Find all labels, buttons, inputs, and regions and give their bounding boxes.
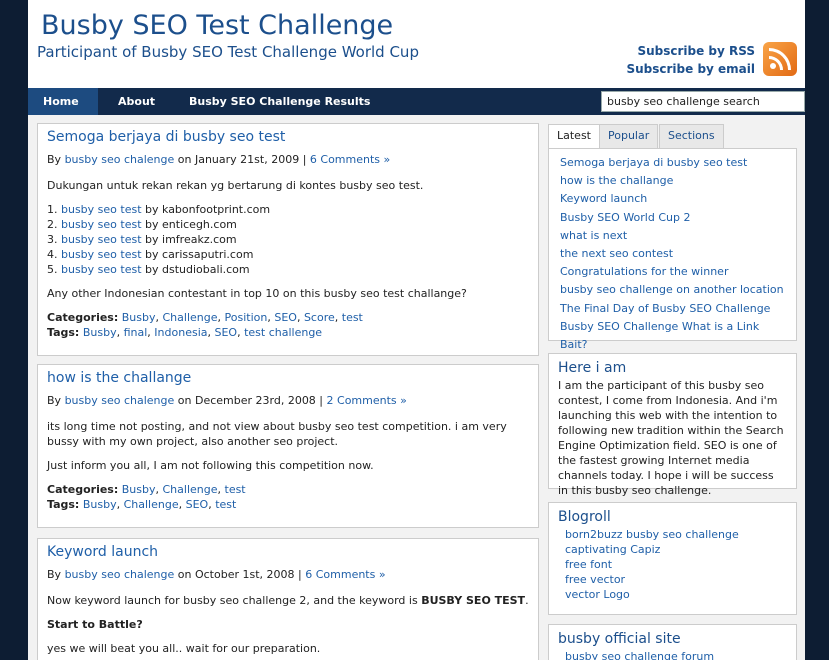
nav-home[interactable]: Home: [28, 88, 98, 115]
blogroll-link[interactable]: captivating Capiz: [558, 542, 787, 557]
post-meta: By busby seo chalenge on December 23rd, …: [47, 394, 407, 407]
blogroll-link[interactable]: born2buzz busby seo challenge: [558, 527, 787, 542]
tag-link[interactable]: SEO: [215, 326, 238, 339]
post-body: Any other Indonesian contestant in top 1…: [47, 287, 467, 300]
tag-link[interactable]: Busby: [83, 498, 117, 511]
comments-link[interactable]: 2 Comments »: [327, 394, 407, 407]
latest-link[interactable]: what is next: [560, 227, 785, 245]
category-link[interactable]: test: [225, 483, 246, 496]
page-wrapper: Busby SEO Test Challenge Participant of …: [28, 0, 805, 660]
latest-link[interactable]: Semoga berjaya di busby seo test: [560, 154, 785, 172]
comments-link[interactable]: 6 Comments »: [310, 153, 390, 166]
blogroll-box: Blogroll born2buzz busby seo challenge c…: [548, 502, 797, 615]
post-meta: By busby seo chalenge on October 1st, 20…: [47, 568, 386, 581]
author-link[interactable]: busby seo chalenge: [65, 153, 175, 166]
list-link[interactable]: busby seo test: [61, 263, 142, 276]
latest-link[interactable]: how is the challange: [560, 172, 785, 190]
subscribe-links: Subscribe by RSS Subscribe by email: [626, 42, 755, 78]
nav-results[interactable]: Busby SEO Challenge Results: [174, 88, 385, 115]
nav-about[interactable]: About: [103, 88, 170, 115]
category-link[interactable]: Score: [304, 311, 335, 324]
main-nav: Home About Busby SEO Challenge Results: [28, 88, 805, 115]
official-link[interactable]: busby seo challenge forum: [558, 649, 787, 660]
tag-link[interactable]: test challenge: [244, 326, 322, 339]
post-body: Start to Battle?: [47, 618, 143, 631]
site-header: Busby SEO Test Challenge Participant of …: [28, 0, 805, 88]
list-item: 1. busby seo test by kabonfootprint.com: [47, 203, 271, 216]
post-body: Now keyword launch for busby seo challen…: [47, 594, 529, 607]
category-link[interactable]: Busby: [122, 311, 156, 324]
post-title[interactable]: how is the challange: [47, 370, 529, 386]
latest-posts-panel: Semoga berjaya di busby seo test how is …: [548, 148, 797, 351]
latest-link[interactable]: Busby SEO Challenge What is a Link Bait?: [560, 318, 785, 354]
search-input[interactable]: [601, 91, 805, 112]
main-content: Semoga berjaya di busby seo test By busb…: [28, 115, 805, 660]
latest-link[interactable]: the next seo contest: [560, 245, 785, 263]
latest-link[interactable]: Congratulations for the winner: [560, 263, 785, 281]
tag-link[interactable]: Indonesia: [154, 326, 207, 339]
category-link[interactable]: Challenge: [163, 311, 218, 324]
tab-latest[interactable]: Latest: [548, 124, 600, 148]
post-body: Dukungan untuk rekan rekan yg bertarung …: [47, 179, 424, 192]
about-box: Here i am I am the participant of this b…: [548, 353, 797, 497]
post-body: Just inform you all, I am not following …: [47, 459, 374, 472]
post-body: its long time not posting, and not view …: [47, 420, 507, 448]
category-link[interactable]: Busby: [122, 483, 156, 496]
blogroll-link[interactable]: vector Logo: [558, 587, 787, 602]
post-meta: By busby seo chalenge on January 21st, 2…: [47, 153, 391, 166]
box-title: Here i am: [558, 360, 627, 376]
official-site-box: busby official site busby seo challenge …: [548, 624, 797, 660]
site-title[interactable]: Busby SEO Test Challenge: [41, 10, 393, 41]
post-title[interactable]: Keyword launch: [47, 544, 529, 560]
about-text: I am the participant of this busby seo c…: [558, 379, 784, 497]
author-link[interactable]: busby seo chalenge: [65, 568, 175, 581]
box-title: Blogroll: [558, 509, 611, 525]
subscribe-email-link[interactable]: Subscribe by email: [626, 60, 755, 78]
tag-link[interactable]: Busby: [83, 326, 117, 339]
category-link[interactable]: test: [342, 311, 363, 324]
tag-link[interactable]: test: [215, 498, 236, 511]
rss-icon[interactable]: [763, 42, 797, 76]
post-title[interactable]: Semoga berjaya di busby seo test: [47, 129, 529, 145]
box-title: busby official site: [558, 631, 681, 647]
post-body: yes we will beat you all.. wait for our …: [47, 642, 321, 655]
category-link[interactable]: Challenge: [163, 483, 218, 496]
latest-link[interactable]: Keyword launch: [560, 190, 785, 208]
blogroll-link[interactable]: free font: [558, 557, 787, 572]
tag-link[interactable]: final: [124, 326, 148, 339]
list-link[interactable]: busby seo test: [61, 233, 142, 246]
tag-link[interactable]: Challenge: [124, 498, 179, 511]
tag-link[interactable]: SEO: [186, 498, 209, 511]
post: Keyword launch By busby seo chalenge on …: [37, 538, 539, 660]
post: Semoga berjaya di busby seo test By busb…: [37, 123, 539, 356]
post-tags: Tags: Busby, final, Indonesia, SEO, test…: [47, 326, 323, 339]
list-item: 3. busby seo test by imfreakz.com: [47, 233, 237, 246]
list-item: 5. busby seo test by dstudiobali.com: [47, 263, 250, 276]
list-item: 2. busby seo test by enticegh.com: [47, 218, 237, 231]
latest-link[interactable]: The Final Day of Busby SEO Challenge: [560, 300, 785, 318]
site-subtitle: Participant of Busby SEO Test Challenge …: [37, 43, 419, 61]
post-tags: Tags: Busby, Challenge, SEO, test: [47, 498, 237, 511]
post: how is the challange By busby seo chalen…: [37, 364, 539, 528]
latest-link[interactable]: busby seo challenge on another location: [560, 281, 785, 299]
contestant-list: 1. busby seo test by kabonfootprint.com …: [47, 202, 529, 277]
post-categories: Categories: Busby, Challenge, test: [47, 483, 246, 496]
tab-popular[interactable]: Popular: [599, 124, 659, 148]
latest-link[interactable]: Busby SEO World Cup 2: [560, 209, 785, 227]
category-link[interactable]: SEO: [274, 311, 297, 324]
post-categories: Categories: Busby, Challenge, Position, …: [47, 311, 363, 324]
list-link[interactable]: busby seo test: [61, 218, 142, 231]
list-item: 4. busby seo test by carissaputri.com: [47, 248, 254, 261]
author-link[interactable]: busby seo chalenge: [65, 394, 175, 407]
category-link[interactable]: Position: [225, 311, 268, 324]
list-link[interactable]: busby seo test: [61, 203, 142, 216]
list-link[interactable]: busby seo test: [61, 248, 142, 261]
subscribe-rss-link[interactable]: Subscribe by RSS: [626, 42, 755, 60]
tab-sections[interactable]: Sections: [659, 124, 724, 148]
blogroll-link[interactable]: free vector: [558, 572, 787, 587]
comments-link[interactable]: 6 Comments »: [305, 568, 385, 581]
